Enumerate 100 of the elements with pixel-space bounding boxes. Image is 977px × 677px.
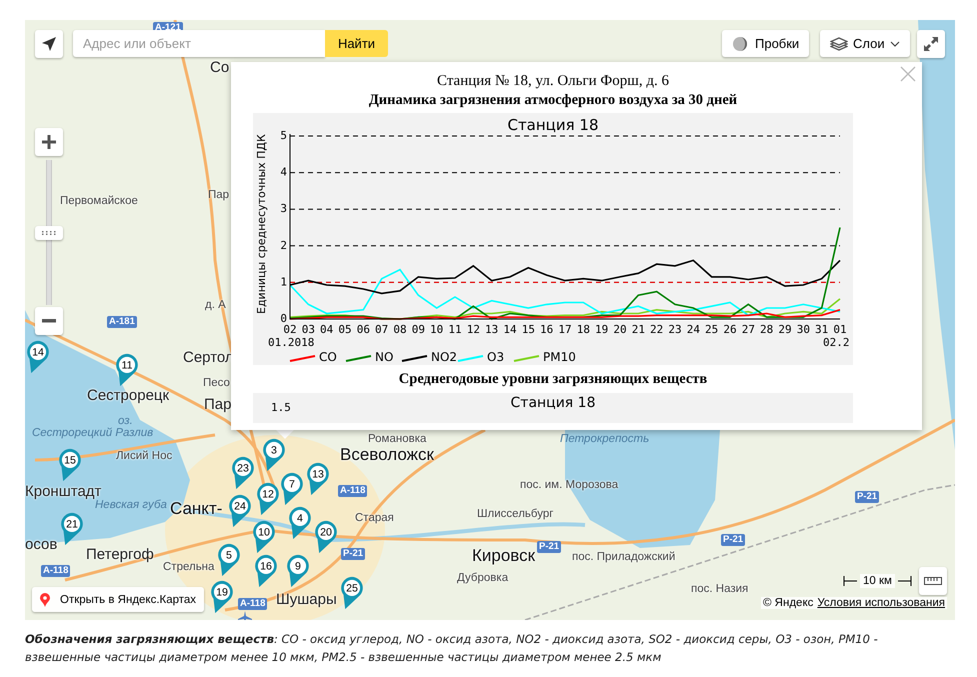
map-marker[interactable]: 25: [340, 576, 364, 610]
chart-title: Станция 18: [507, 116, 599, 134]
map-marker[interactable]: 10: [252, 520, 276, 554]
map-marker[interactable]: 23: [231, 456, 255, 490]
map-marker[interactable]: 14: [26, 340, 50, 374]
scale-label: 10 км: [860, 574, 895, 588]
y-tick-label: 3: [280, 202, 287, 216]
date-label: 02.2: [823, 336, 850, 349]
place-label: пос. Приладожский: [572, 552, 676, 564]
x-tick-label: 12: [466, 323, 480, 336]
x-tick-label: 14: [503, 323, 517, 336]
road-sign: Р-21: [721, 534, 746, 546]
map-marker[interactable]: 12: [256, 482, 280, 516]
x-tick-label: 15: [522, 323, 535, 336]
x-tick-label: 07: [375, 323, 388, 336]
legend-note: Обозначения загрязняющих веществ: CO - оксид углерод, NO - оксид азота, NO2 - диоксид азота, SO2 - диоксид серы, O3 - озон, PM10 - взвешенные частицы диаметром менее 10 мкм, PM2.5 - взвешенные частицы диаметром менее 2.5 мкм: [25, 631, 879, 666]
layers-button[interactable]: Слои: [820, 30, 910, 57]
y-tick-label: 1.5: [271, 401, 291, 414]
x-tick-label: 20: [613, 323, 627, 336]
y-tick-label: 2: [280, 238, 287, 252]
place-label: Со: [210, 60, 230, 75]
place-label: Шушары: [276, 592, 337, 607]
place-label: Лисий Нос: [116, 451, 172, 462]
x-tick-label: 16: [540, 323, 554, 336]
map-marker[interactable]: 9: [286, 554, 310, 588]
date-label: 01.2018: [268, 336, 314, 349]
road-sign: Р-21: [341, 548, 366, 560]
place-label: Санкт-: [170, 500, 222, 517]
x-tick-label: 06: [356, 323, 370, 336]
popup-title: Станция № 18, ул. Ольги Форш, д. 6: [436, 73, 670, 90]
x-tick-label: 21: [632, 323, 645, 336]
road-sign: А-118: [41, 565, 70, 578]
road-sign: А-181: [107, 316, 137, 328]
map-marker[interactable]: 7: [280, 472, 304, 506]
search-field[interactable]: Адрес или объект: [73, 30, 325, 57]
place-label: Дубровка: [457, 573, 508, 584]
x-tick-label: 31: [815, 323, 828, 336]
legend-label: NO2: [431, 350, 458, 364]
map-marker[interactable]: 19: [210, 580, 234, 614]
map-marker[interactable]: 13: [306, 462, 330, 496]
place-label: пос. им. Морозова: [520, 480, 618, 492]
x-tick-label: 05: [338, 323, 352, 336]
section-title: Среднегодовые уровни загрязняющих веществ: [398, 371, 708, 388]
x-tick-label: 23: [668, 323, 682, 336]
x-tick-label: 28: [760, 323, 774, 336]
road-sign: А-118: [338, 485, 368, 498]
map-marker[interactable]: 15: [58, 448, 82, 482]
x-tick-label: 11: [448, 323, 462, 336]
x-tick-label: 13: [485, 323, 498, 336]
map-marker[interactable]: 24: [228, 494, 252, 528]
place-label: Сестрорецк: [87, 388, 170, 403]
legend-label: PM10: [543, 350, 576, 364]
place-label: Всеволожск: [340, 446, 434, 463]
open-in-maps-button[interactable]: Открыть в Яндекс.Картах: [32, 587, 204, 612]
y-axis-label: Единицы среднесуточных ПДК: [255, 134, 268, 314]
legend-label: NO: [375, 350, 394, 364]
place-label: Первомайское: [60, 196, 138, 208]
y-tick-label: 4: [280, 166, 287, 179]
place-label: Старая: [355, 513, 394, 524]
copyright-text: © Яндекс: [763, 597, 814, 609]
x-tick-label: 02: [283, 323, 297, 336]
x-tick-label: 01: [833, 323, 847, 336]
map-marker[interactable]: 11: [115, 353, 139, 387]
map-marker[interactable]: 5: [217, 543, 241, 577]
x-tick-label: 29: [778, 323, 792, 336]
place-label: Кировск: [472, 547, 536, 564]
map-marker[interactable]: 21: [60, 512, 84, 546]
place-label: Шлиссельбург: [477, 509, 554, 520]
place-label: пос. Назия: [691, 584, 748, 596]
place-label: Романовка: [368, 434, 426, 446]
x-tick-label: 10: [430, 323, 444, 336]
x-tick-label: 08: [393, 323, 407, 336]
map-marker[interactable]: 4: [288, 506, 312, 540]
x-tick-label: 17: [558, 323, 572, 336]
popup-subtitle: Динамика загрязнения атмосферного воздуха за 30 дней: [368, 92, 738, 109]
place-label: Пар: [204, 397, 232, 412]
search-button[interactable]: Найти: [325, 30, 388, 57]
place-label: Кронштадт: [25, 484, 102, 499]
y-tick-label: 1: [280, 275, 287, 288]
x-tick-label: 09: [412, 323, 425, 336]
traffic-button[interactable]: Пробки: [722, 30, 810, 57]
map-marker[interactable]: 20: [314, 520, 338, 554]
map-marker[interactable]: 3: [262, 438, 286, 472]
place-label: Сестрорецкий Разлив: [32, 428, 154, 440]
place-label: Стрельна: [163, 562, 214, 574]
place-label: Петергоф: [86, 547, 154, 562]
map-marker[interactable]: 16: [254, 554, 278, 588]
terms-link[interactable]: Условия использования: [817, 597, 945, 609]
y-tick-label: 5: [280, 129, 287, 142]
road-sign: Р-21: [537, 541, 562, 554]
place-label: Песо: [203, 378, 230, 390]
x-tick-label: 18: [576, 323, 590, 336]
x-tick-label: 24: [686, 323, 700, 336]
legend-label: CO: [319, 350, 337, 364]
x-tick-label: 27: [742, 323, 755, 336]
x-tick-label: 19: [595, 323, 608, 336]
x-tick-label: 22: [650, 323, 664, 336]
x-tick-label: 30: [796, 323, 810, 336]
chart-title: Станция 18: [510, 395, 596, 411]
x-tick-label: 03: [302, 323, 315, 336]
